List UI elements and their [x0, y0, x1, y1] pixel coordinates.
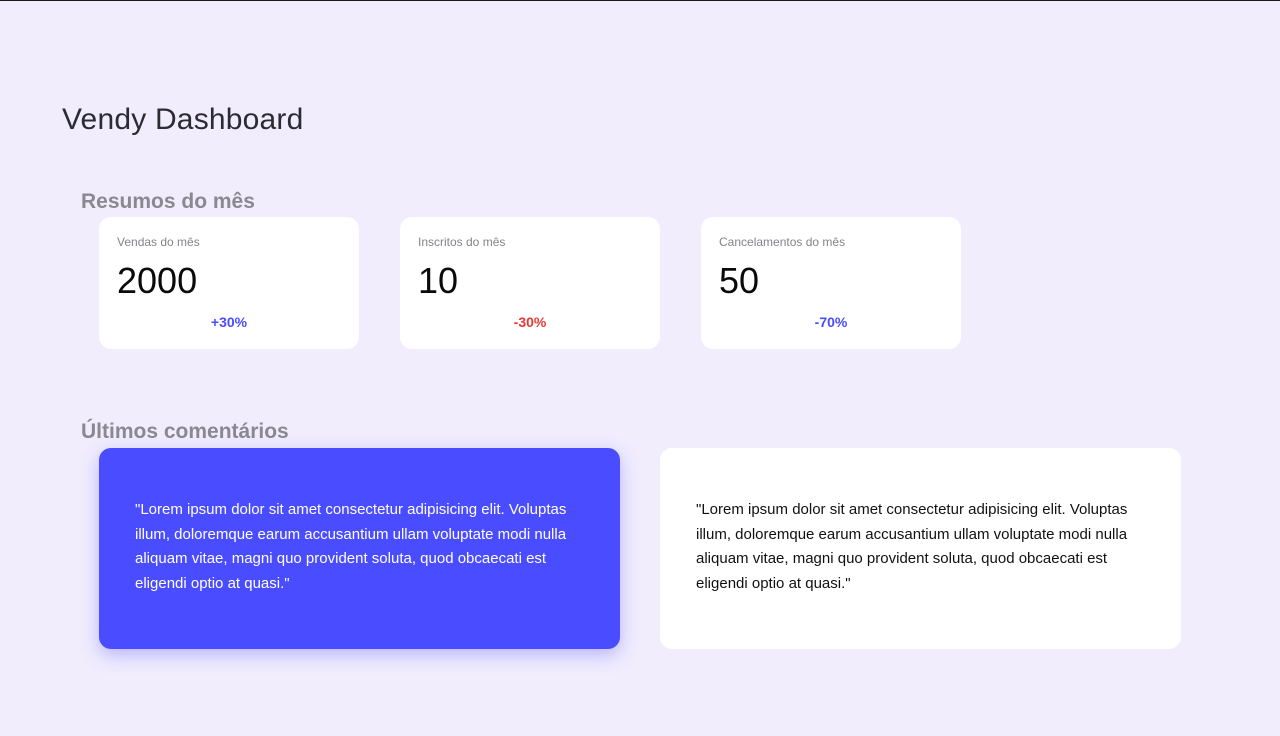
- stat-value: 50: [719, 260, 760, 301]
- comment-card-highlighted[interactable]: "Lorem ipsum dolor sit amet consectetur …: [99, 448, 620, 649]
- stat-label: Inscritos do mês: [418, 235, 506, 249]
- stat-value: 2000: [117, 260, 198, 301]
- page-title: Vendy Dashboard: [62, 103, 304, 137]
- comments-section-title: Últimos comentários: [81, 420, 289, 444]
- stat-change: -70%: [814, 314, 848, 330]
- stat-card-sales: Vendas do mês 2000 +30%: [99, 217, 359, 349]
- summary-section-title: Resumos do mês: [81, 190, 255, 214]
- comment-text: "Lorem ipsum dolor sit amet consectetur …: [135, 501, 567, 592]
- stat-card-cancellations: Cancelamentos do mês 50 -70%: [701, 217, 961, 349]
- stat-change: -30%: [513, 314, 547, 330]
- stat-card-subscribers: Inscritos do mês 10 -30%: [400, 217, 660, 349]
- stat-value: 10: [418, 260, 459, 301]
- stat-label: Vendas do mês: [117, 235, 200, 249]
- comment-card[interactable]: "Lorem ipsum dolor sit amet consectetur …: [660, 448, 1181, 649]
- stat-label: Cancelamentos do mês: [719, 235, 846, 249]
- comment-text: "Lorem ipsum dolor sit amet consectetur …: [696, 501, 1128, 592]
- stat-change: +30%: [210, 314, 248, 330]
